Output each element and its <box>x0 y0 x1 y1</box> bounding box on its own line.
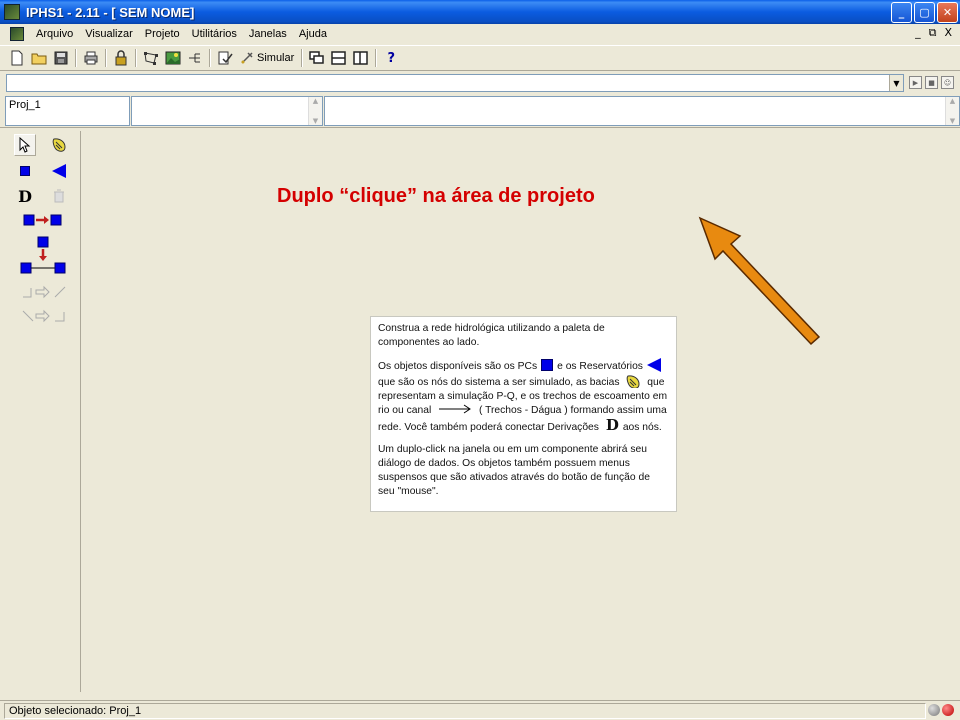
component-palette: D <box>5 131 81 692</box>
info-text: Os objetos disponíveis são os PCs <box>378 361 538 372</box>
tile-horizontal-icon[interactable] <box>328 47 350 69</box>
mdi-minimize-button[interactable]: _ <box>915 26 921 40</box>
toolbar-separator <box>105 49 107 67</box>
minimize-button[interactable]: _ <box>891 2 912 23</box>
title-bar: IPHS1 - 2.11 - [ SEM NOME] _ ▢ ✕ <box>0 0 960 24</box>
cascade-icon[interactable] <box>306 47 328 69</box>
derivation-icon: D <box>605 416 619 434</box>
menu-visualizar[interactable]: Visualizar <box>79 28 139 40</box>
toolbar: Simular ? <box>0 45 960 71</box>
status-red-icon[interactable] <box>942 704 954 716</box>
status-bar: Objeto selecionado: Proj_1 <box>0 700 960 720</box>
info-paragraph-2: Os objetos disponíveis são os PCs e os Re… <box>378 358 669 435</box>
reach-arrow-icon <box>439 404 472 414</box>
pc-node-icon[interactable] <box>14 160 36 182</box>
toolbar-separator <box>301 49 304 67</box>
project-work-area[interactable]: Duplo “clique” na área de projeto Constr… <box>82 131 960 692</box>
project-description-field[interactable]: ▲ ▼ <box>131 96 323 126</box>
stop-small-icon[interactable]: ■ <box>925 76 938 89</box>
toolbar-separator <box>75 49 77 67</box>
tile-vertical-icon[interactable] <box>350 47 372 69</box>
reach-up-icon[interactable] <box>22 305 66 327</box>
close-button[interactable]: ✕ <box>937 2 958 23</box>
document-icon[interactable] <box>10 27 24 41</box>
reach-icon[interactable] <box>22 209 64 231</box>
project-info-row: Proj_1 ▲ ▼ ▲ ▼ <box>0 95 960 128</box>
trash-icon[interactable] <box>48 185 70 207</box>
instruction-annotation: Duplo “clique” na área de projeto <box>277 185 595 207</box>
basin-icon <box>627 375 640 389</box>
toolbar-separator <box>375 49 378 67</box>
pointer-arrow-icon <box>698 216 821 346</box>
pc-node-icon <box>541 359 554 371</box>
menu-arquivo[interactable]: Arquivo <box>30 28 79 40</box>
info-paragraph-1: Construa a rede hidrológica utilizando a… <box>378 323 605 348</box>
project-name-field[interactable]: Proj_1 <box>5 96 130 126</box>
save-icon[interactable] <box>50 47 72 69</box>
scrollbar[interactable]: ▲ ▼ <box>945 97 959 125</box>
info-text: aos nós. <box>622 422 662 433</box>
tree-icon[interactable] <box>184 47 206 69</box>
status-gray-icon[interactable] <box>928 704 940 716</box>
status-icons <box>928 704 954 716</box>
network-icon[interactable] <box>140 47 162 69</box>
chevron-down-icon[interactable]: ▼ <box>889 75 903 91</box>
component-selector-row: ▼ ▶ ■ ☺ <box>0 73 960 95</box>
mdi-close-button[interactable]: X <box>944 26 952 40</box>
simulate-label: Simular <box>257 52 295 64</box>
menu-bar: Arquivo Visualizar Projeto Utilitários J… <box>0 24 960 44</box>
component-combo[interactable]: ▼ <box>6 74 904 92</box>
toolbar-separator <box>209 49 211 67</box>
people-small-icon[interactable]: ☺ <box>941 76 954 89</box>
pc-merge-icon[interactable] <box>20 235 66 277</box>
basin-icon[interactable] <box>48 134 70 156</box>
reservoir-icon <box>646 358 661 372</box>
window-title: IPHS1 - 2.11 - [ SEM NOME] <box>26 4 195 20</box>
reservoir-icon[interactable] <box>48 160 70 182</box>
help-icon[interactable]: ? <box>380 47 402 69</box>
maximize-button[interactable]: ▢ <box>914 2 935 23</box>
combo-side-buttons: ▶ ■ ☺ <box>909 76 954 89</box>
pointer-icon[interactable] <box>14 134 36 156</box>
menu-ajuda[interactable]: Ajuda <box>293 28 333 40</box>
reach-down-icon[interactable] <box>22 281 66 303</box>
info-text: que são os nós do sistema a ser simulado… <box>378 377 620 388</box>
simulate-button[interactable]: Simular <box>236 51 298 65</box>
mdi-controls: _ ⧉ X <box>915 26 952 40</box>
mdi-restore-button[interactable]: ⧉ <box>929 26 937 40</box>
info-text: e os Reservatórios <box>557 361 643 372</box>
info-paragraph-3: Um duplo-click na janela ou em um compon… <box>378 444 650 497</box>
open-folder-icon[interactable] <box>28 47 50 69</box>
help-info-box: Construa a rede hidrológica utilizando a… <box>370 316 677 512</box>
derivation-icon[interactable]: D <box>14 185 36 207</box>
menu-projeto[interactable]: Projeto <box>139 28 186 40</box>
menu-utilitarios[interactable]: Utilitários <box>186 28 243 40</box>
status-text: Objeto selecionado: Proj_1 <box>4 703 926 719</box>
scrollbar[interactable]: ▲ ▼ <box>308 97 322 125</box>
new-file-icon[interactable] <box>6 47 28 69</box>
project-notes-field[interactable]: ▲ ▼ <box>324 96 960 126</box>
play-small-icon[interactable]: ▶ <box>909 76 922 89</box>
simulate-icon <box>241 52 253 64</box>
help-label: ? <box>387 50 396 66</box>
app-icon <box>4 4 20 20</box>
menu-janelas[interactable]: Janelas <box>243 28 293 40</box>
print-icon[interactable] <box>80 47 102 69</box>
toolbar-separator <box>135 49 137 67</box>
lock-icon[interactable] <box>110 47 132 69</box>
check-icon[interactable] <box>214 47 236 69</box>
window-controls: _ ▢ ✕ <box>891 2 958 23</box>
image-icon[interactable] <box>162 47 184 69</box>
